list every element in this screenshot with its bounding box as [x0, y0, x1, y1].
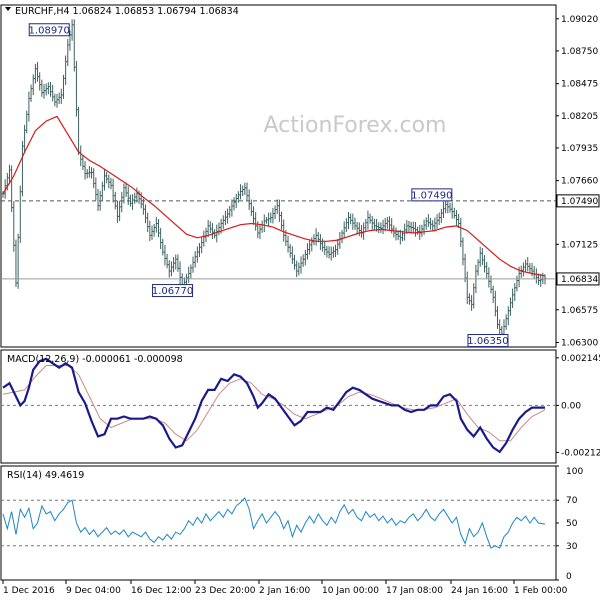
price-annotation: 1.07490: [411, 188, 453, 202]
price-y-axis: 1.09020 1.08750 1.08475 1.08205 1.07935 1.076…: [556, 15, 600, 348]
rsi-header: RSI(14) 49.4619: [7, 470, 84, 481]
watermark: ActionForex.com: [264, 113, 447, 138]
price-y-tick-label: 1.09020: [561, 15, 598, 25]
macd-y-tick-label: -0.002122: [561, 448, 600, 458]
annotation-label: 1.06770: [152, 286, 193, 297]
macd-y-tick-label: 0.00: [561, 401, 581, 411]
x-tick-label: 16 Dec 12:00: [131, 586, 192, 596]
price-panel: [0, 4, 557, 348]
x-tick-label: 17 Jan 08:00: [386, 586, 443, 596]
price-annotation: 1.06770: [152, 284, 193, 298]
x-tick-label: 10 Jan 00:00: [322, 586, 379, 596]
rsi-y-tick-label: 100: [566, 467, 583, 477]
price-y-tick-label: 1.07490: [561, 197, 598, 207]
price-y-tick-label: 1.06575: [561, 306, 598, 316]
price-y-tick-label: 1.07935: [561, 144, 598, 154]
x-tick-label: 24 Jan 16:00: [451, 586, 508, 596]
price-y-tick-label: 1.07125: [561, 240, 598, 250]
price-y-tick-label: 1.08475: [561, 80, 598, 90]
price-y-tick-label: 1.06300: [561, 338, 598, 348]
annotation-label: 1.06350: [467, 336, 508, 347]
x-tick-label: 9 Dec 04:00: [66, 586, 121, 596]
price-y-tick-label: 1.06834: [561, 275, 598, 285]
x-tick-label: 2 Jan 16:00: [259, 586, 311, 596]
price-header: EURCHF,H4 1.06824 1.06853 1.06794 1.0683…: [15, 6, 239, 17]
rsi-y-tick-label: 0: [566, 572, 572, 582]
x-tick-label: 1 Dec 2016: [3, 586, 55, 596]
rsi-y-tick-label: 30: [566, 542, 578, 552]
rsi-y-tick-label: 70: [566, 496, 578, 506]
price-annotation: 1.08970: [29, 23, 70, 36]
rsi-y-tick-label: 50: [566, 519, 578, 529]
price-y-tick-label: 1.08750: [561, 47, 598, 57]
x-tick-label: 23 Dec 20:00: [195, 586, 256, 596]
rsi-y-axis: 100 70 50 30 0: [556, 465, 583, 582]
annotation-label: 1.08970: [29, 25, 70, 36]
forex-chart: ActionForex.com 1.08970 1.06770 1.07490 1.06…: [0, 4, 600, 596]
macd-panel: [0, 349, 557, 464]
macd-header: MACD(12,26,9) -0.000061 -0.000098: [7, 354, 183, 365]
price-y-tick-label: 1.07660: [561, 177, 598, 187]
macd-y-axis: 0.002145 0.00 -0.002122: [556, 354, 600, 458]
price-annotation: 1.06350: [467, 334, 509, 348]
x-axis: 1 Dec 2016 9 Dec 04:00 16 Dec 12:00 23 Dec …: [2, 580, 568, 596]
rsi-panel: [0, 465, 557, 581]
x-tick-label: 1 Feb 00:00: [514, 586, 568, 596]
price-y-tick-label: 1.08205: [561, 112, 598, 122]
annotation-label: 1.07490: [411, 190, 452, 201]
macd-y-tick-label: 0.002145: [561, 354, 600, 364]
